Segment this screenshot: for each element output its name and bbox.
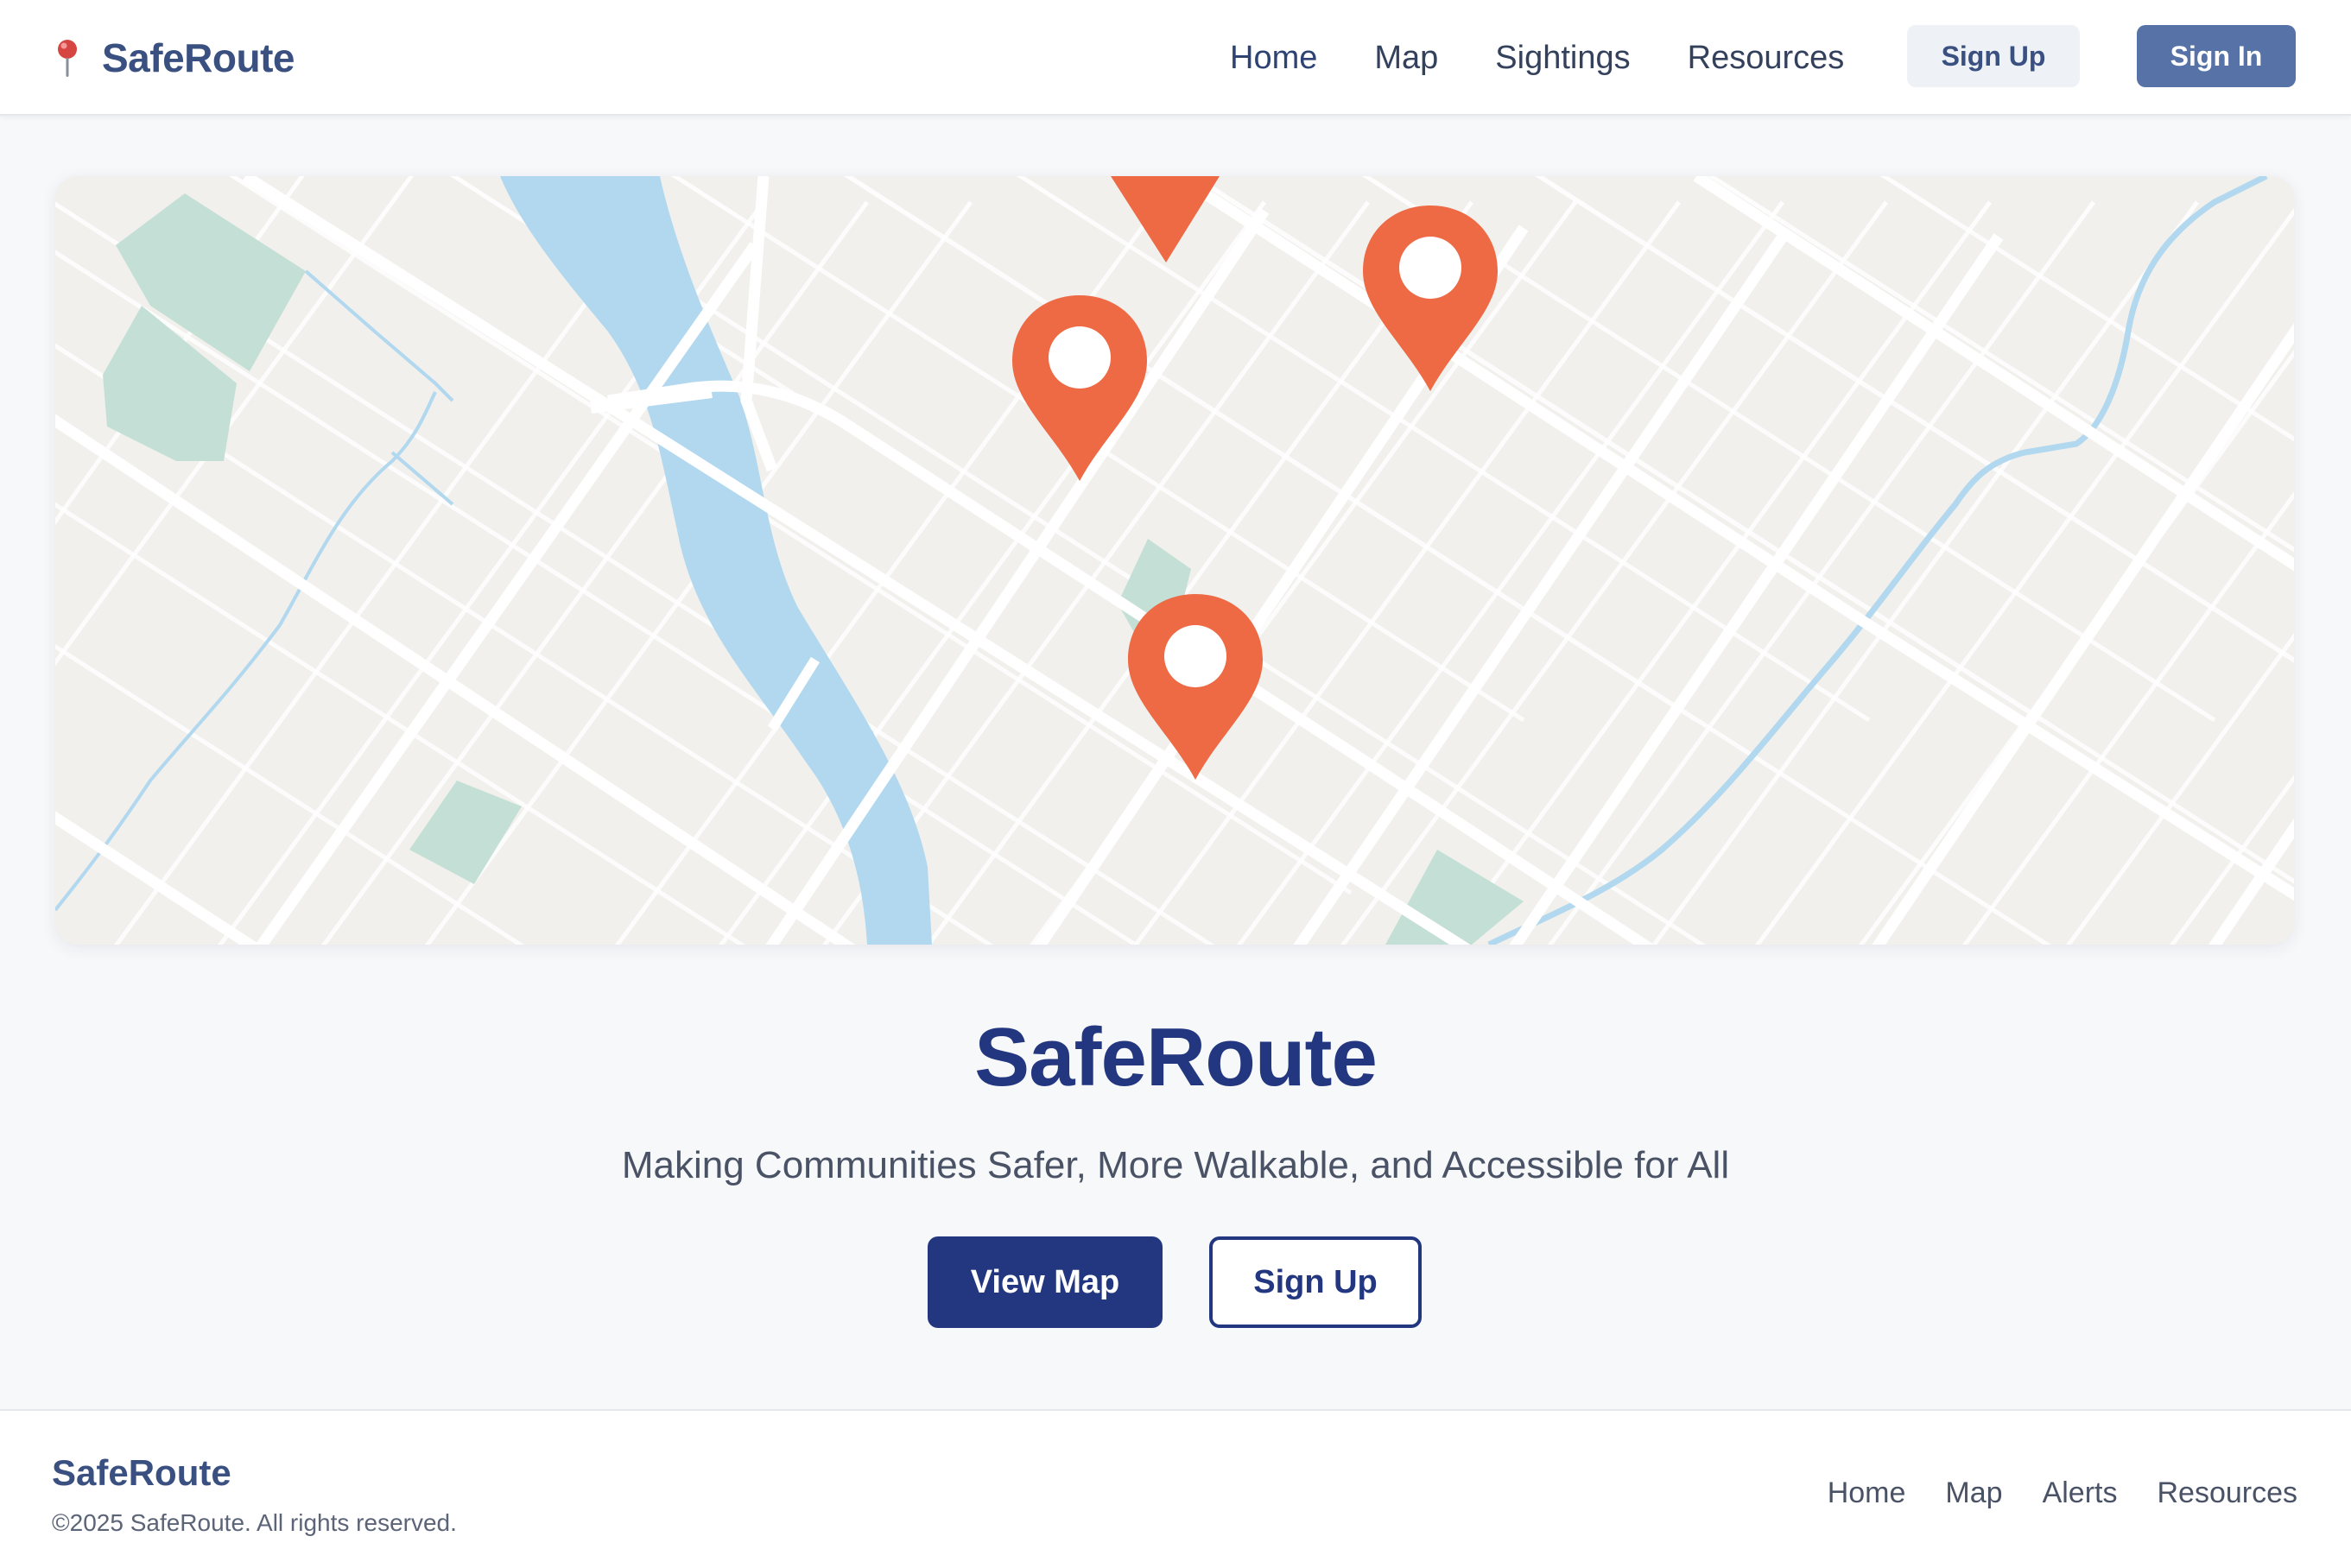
hero-title: SafeRoute xyxy=(974,1011,1378,1103)
hero-subtitle: Making Communities Safer, More Walkable,… xyxy=(621,1144,1730,1186)
nav-link-resources[interactable]: Resources xyxy=(1688,40,1845,77)
hero-map-image xyxy=(55,176,2294,945)
header-sign-in-button[interactable]: Sign In xyxy=(2137,25,2296,87)
main-nav: Home Map Sightings Resources xyxy=(1230,0,1844,116)
header-sign-up-button[interactable]: Sign Up xyxy=(1907,25,2080,87)
footer-link-alerts[interactable]: Alerts xyxy=(2043,1476,2118,1510)
nav-link-sightings[interactable]: Sightings xyxy=(1495,40,1630,77)
brand-name: SafeRoute xyxy=(102,35,295,80)
hero-sign-up-button[interactable]: Sign Up xyxy=(1209,1236,1422,1328)
nav-link-map[interactable]: Map xyxy=(1374,40,1438,77)
footer-nav: Home Map Alerts Resources xyxy=(1828,1476,2297,1510)
brand-logo-link[interactable]: SafeRoute xyxy=(52,0,295,116)
footer-brand: SafeRoute xyxy=(52,1452,231,1493)
footer: SafeRoute ©2025 SafeRoute. All rights re… xyxy=(0,1409,2351,1568)
view-map-button[interactable]: View Map xyxy=(928,1236,1163,1328)
footer-link-resources[interactable]: Resources xyxy=(2157,1476,2297,1510)
footer-copyright: ©2025 SafeRoute. All rights reserved. xyxy=(52,1509,457,1536)
map-pin-icon xyxy=(58,40,77,77)
top-navbar: SafeRoute Home Map Sightings Resources S… xyxy=(0,0,2351,116)
footer-link-map[interactable]: Map xyxy=(1945,1476,2002,1510)
footer-link-home[interactable]: Home xyxy=(1828,1476,1906,1510)
nav-link-home[interactable]: Home xyxy=(1230,40,1317,77)
